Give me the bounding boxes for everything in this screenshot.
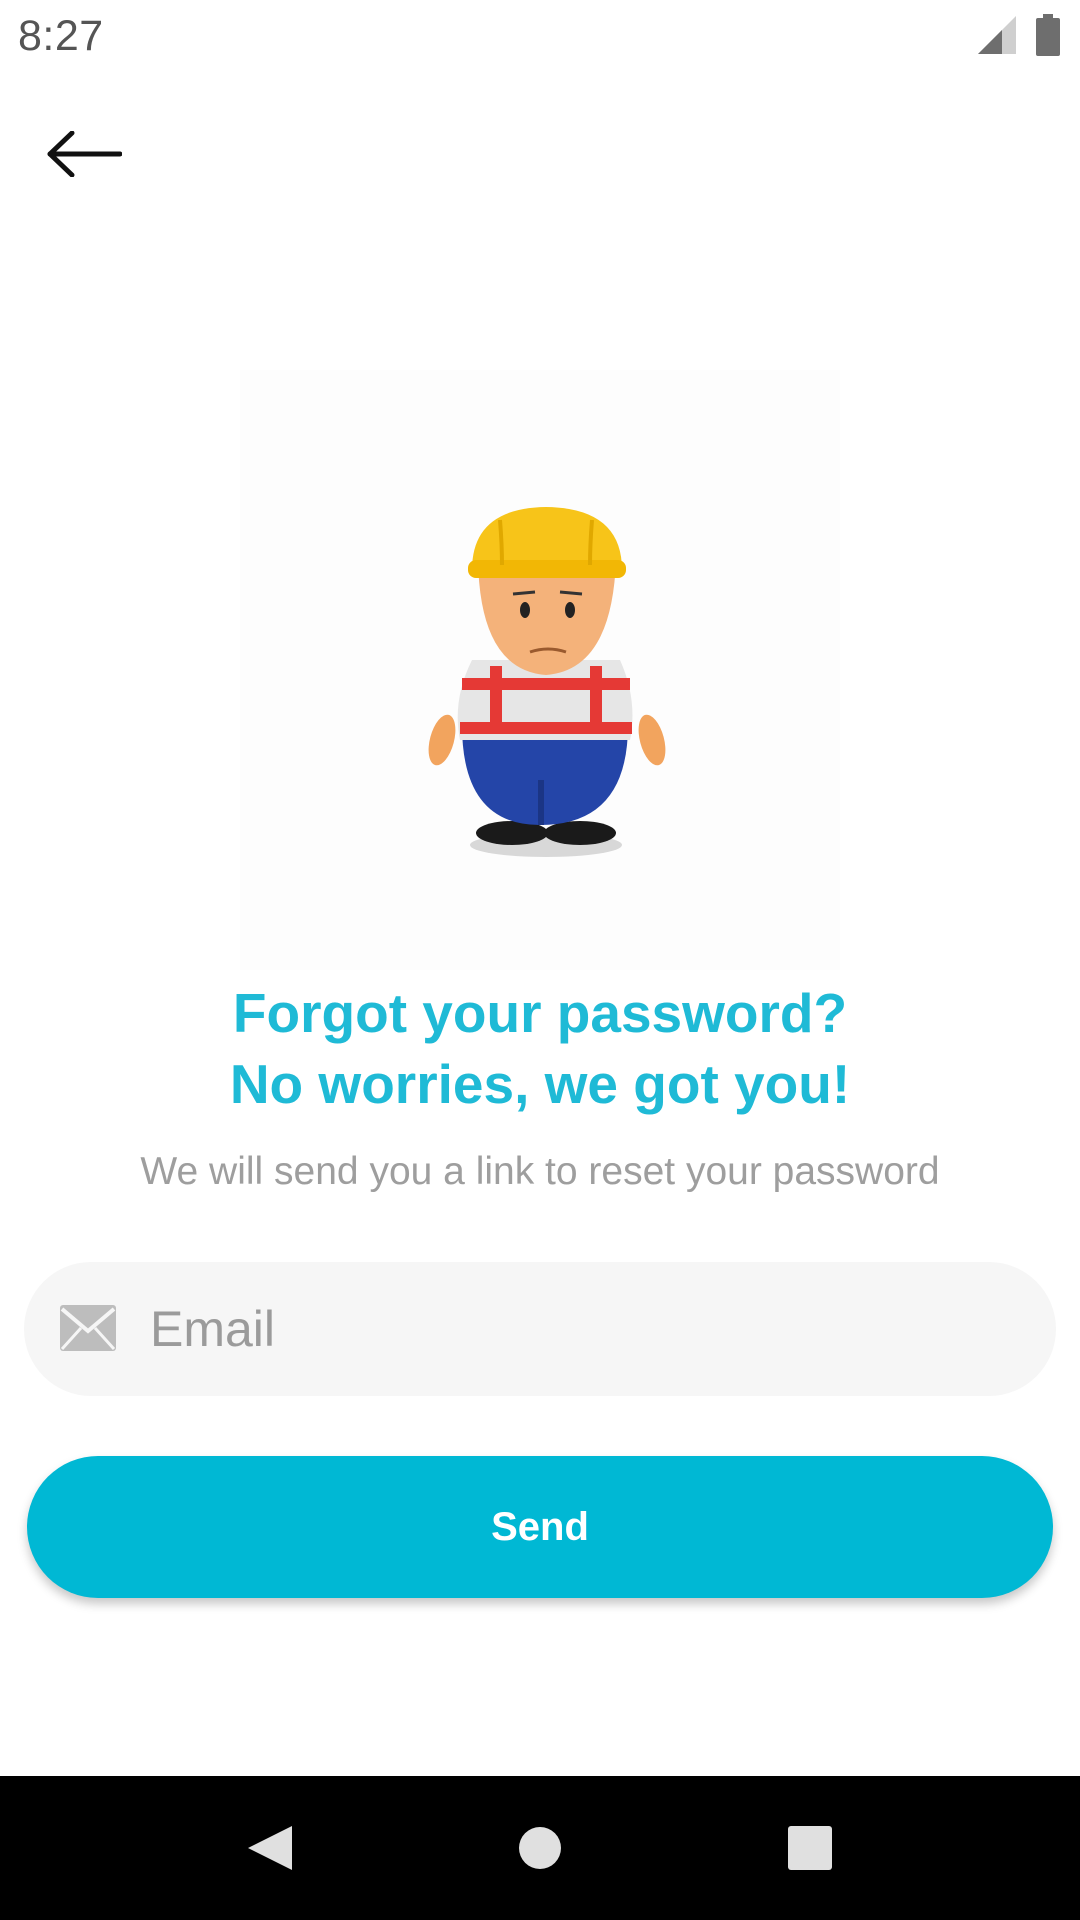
page-title: Forgot your password? No worries, we got… (0, 978, 1080, 1120)
status-time: 8:27 (18, 12, 104, 60)
page-title-line-2: No worries, we got you! (229, 1053, 851, 1115)
page-title-line-1: Forgot your password? (232, 982, 848, 1044)
status-bar: 8:27 (0, 0, 1080, 72)
page-subtitle: We will send you a link to reset your pa… (140, 1150, 940, 1193)
cellular-signal-icon (978, 16, 1016, 54)
mascot-illustration (240, 370, 840, 970)
navigation-bar (0, 1776, 1080, 1920)
back-button[interactable] (28, 110, 138, 200)
home-circle-icon[interactable] (492, 1800, 588, 1896)
recents-square-icon[interactable] (762, 1800, 858, 1896)
battery-icon (1036, 14, 1060, 56)
envelope-icon (60, 1305, 116, 1351)
email-field[interactable] (24, 1262, 1056, 1396)
send-button[interactable]: Send (27, 1456, 1053, 1598)
email-input[interactable] (150, 1262, 1020, 1396)
back-triangle-icon[interactable] (222, 1800, 318, 1896)
send-button-label: Send (491, 1504, 589, 1549)
